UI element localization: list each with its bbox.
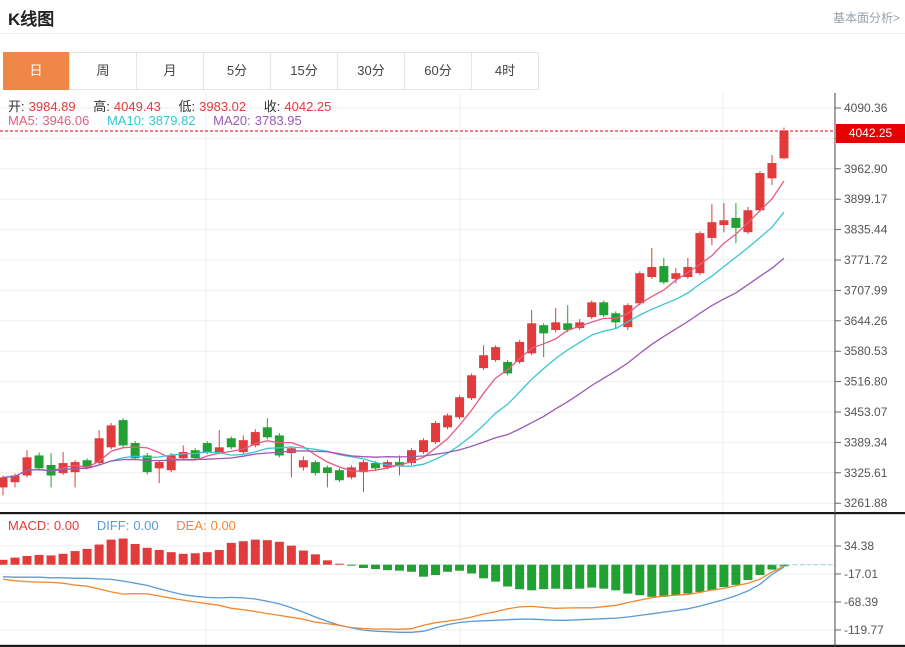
low-value: 3983.02 (199, 99, 246, 114)
ma-info: MA5: 3946.06 MA10: 3879.82 MA20: 3783.95 (8, 113, 306, 128)
svg-text:3516.80: 3516.80 (844, 375, 888, 389)
svg-text:3325.61: 3325.61 (844, 466, 888, 480)
open-value: 3984.89 (29, 99, 76, 114)
current-price-tag: 4042.25 (836, 124, 905, 143)
dea-label: DEA: (176, 518, 206, 533)
dea-value: 0.00 (211, 518, 236, 533)
ma10-value: 3879.82 (149, 113, 196, 128)
svg-text:-119.77: -119.77 (844, 623, 884, 637)
ma5-label: MA5: (8, 113, 38, 128)
kline-chart-panel: K线图 基本面分析> 日 周 月 5分 15分 30分 60分 4时 4090.… (0, 0, 905, 647)
price-axis: 4090.364026.633962.903899.173835.443771.… (835, 93, 888, 647)
tab-30min[interactable]: 30分 (338, 53, 405, 89)
close-label: 收: (264, 99, 281, 114)
svg-text:4090.36: 4090.36 (844, 101, 888, 115)
tab-15min[interactable]: 15分 (271, 53, 338, 89)
tab-week[interactable]: 周 (70, 53, 137, 89)
svg-text:3707.99: 3707.99 (844, 283, 888, 297)
candles (0, 128, 788, 496)
tab-month[interactable]: 月 (137, 53, 204, 89)
tab-day[interactable]: 日 (3, 52, 70, 90)
tab-5min[interactable]: 5分 (204, 53, 271, 89)
svg-text:3580.53: 3580.53 (844, 344, 888, 358)
svg-text:3962.90: 3962.90 (844, 162, 888, 176)
svg-text:3899.17: 3899.17 (844, 192, 888, 206)
svg-text:3261.88: 3261.88 (844, 496, 888, 510)
tab-4hour[interactable]: 4时 (472, 53, 538, 89)
svg-text:3389.34: 3389.34 (844, 435, 888, 449)
chart-area: 4090.364026.633962.903899.173835.443771.… (0, 93, 905, 647)
page-title: K线图 (8, 5, 54, 30)
svg-text:3771.72: 3771.72 (844, 253, 888, 267)
diff-value: 0.00 (133, 518, 158, 533)
kline-chart[interactable]: 4090.364026.633962.903899.173835.443771.… (0, 93, 905, 647)
svg-text:3835.44: 3835.44 (844, 223, 888, 237)
svg-text:3644.26: 3644.26 (844, 314, 888, 328)
svg-text:-68.39: -68.39 (844, 595, 878, 609)
macd-histogram (0, 539, 788, 597)
pane-divider (0, 512, 905, 514)
ma20-value: 3783.95 (255, 113, 302, 128)
diff-label: DIFF: (97, 518, 130, 533)
interval-tabs: 日 周 月 5分 15分 30分 60分 4时 (3, 52, 539, 90)
ma5-value: 3946.06 (42, 113, 89, 128)
ma20-label: MA20: (213, 113, 251, 128)
svg-text:34.38: 34.38 (844, 539, 874, 553)
macd-label: MACD: (8, 518, 50, 533)
ma10-label: MA10: (107, 113, 145, 128)
svg-text:-17.01: -17.01 (844, 567, 878, 581)
macd-value: 0.00 (54, 518, 79, 533)
fundamental-analysis-link[interactable]: 基本面分析> (833, 9, 900, 26)
high-label: 高: (93, 99, 110, 114)
low-label: 低: (179, 99, 196, 114)
tab-60min[interactable]: 60分 (405, 53, 472, 89)
open-label: 开: (8, 99, 25, 114)
close-value: 4042.25 (284, 99, 331, 114)
high-value: 4049.43 (114, 99, 161, 114)
svg-text:3453.07: 3453.07 (844, 405, 888, 419)
header-divider (0, 33, 905, 34)
macd-info: MACD:0.00 DIFF:0.00 DEA:0.00 (8, 518, 240, 533)
